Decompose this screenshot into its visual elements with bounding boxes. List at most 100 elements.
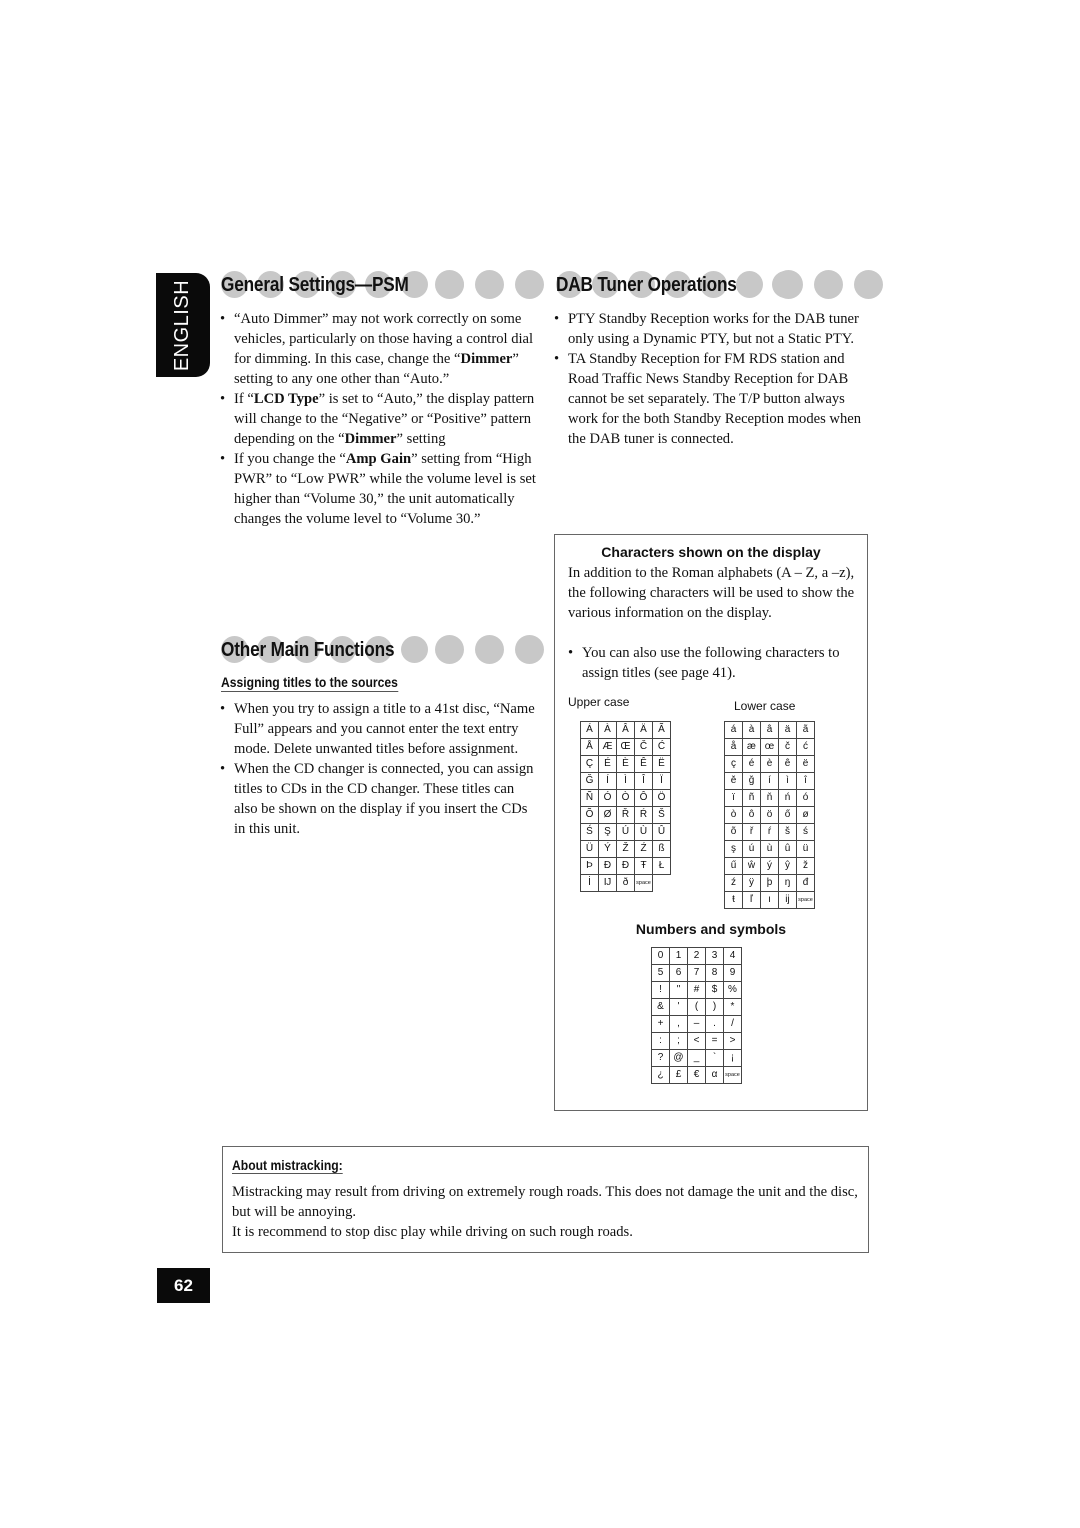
char-cell: Ú [616,823,635,841]
char-cell: Ŧ [634,857,653,875]
characters-box: Characters shown on the display In addit… [554,534,868,1111]
lower-case-label: Lower case [734,699,796,713]
char-cell: æ [742,738,761,756]
char-cell: ö [760,806,779,824]
char-cell: ž [796,857,815,875]
table-row: õřŕšś [724,823,815,841]
table-row: & '() * [651,998,742,1016]
dab-list: PTY Standby Reception works for the DAB … [554,309,868,449]
char-cell: ¡ [723,1049,742,1067]
char-cell: À [598,721,617,739]
table-row: áàâäã [724,721,815,739]
char-cell: _ [687,1049,706,1067]
characters-heading: Characters shown on the display [601,544,821,560]
char-cell: Â [616,721,635,739]
numbers-heading: Numbers and symbols [635,921,787,937]
char-cell: İ [580,874,599,892]
table-row: ? @ _ ` ¡ [651,1049,742,1067]
char-cell: ç [724,755,743,773]
char-cell: space [796,891,815,909]
char-cell: Ł [652,857,671,875]
table-row: ÇÉÈÊË [580,755,671,773]
char-cell: Æ [598,738,617,756]
char-cell: ś [796,823,815,841]
char-cell: œ [760,738,779,756]
char-cell: 2 [687,947,706,965]
char-cell: Õ [580,806,599,824]
other-functions-title: Other Main Functions [221,638,395,661]
char-cell: ń [778,789,797,807]
char-cell: Ë [652,755,671,773]
table-row: űŵýŷž [724,857,815,875]
char-cell: Ì [616,772,635,790]
char-cell: ş [724,840,743,858]
char-cell: ä [778,721,797,739]
char-cell: ( [687,998,706,1016]
char-cell [653,875,671,892]
dab-title: DAB Tuner Operations [556,273,737,296]
char-cell: Ä [634,721,653,739]
char-cell: õ [724,823,743,841]
char-cell: ý [760,857,779,875]
table-row: ŚŞÚÙÛ [580,823,671,841]
char-cell: " [669,981,688,999]
char-cell: î [796,772,815,790]
mistracking-heading: About mistracking: [232,1158,343,1174]
char-cell: # [687,981,706,999]
char-cell: đ [796,874,815,892]
char-cell: Ĳ [598,874,617,892]
char-cell: Š [652,806,671,824]
table-row: źÿþŋđ [724,874,815,892]
char-cell: È [616,755,635,773]
table-row: ÅÆŒČĆ [580,738,671,756]
char-cell: à [742,721,761,739]
char-cell: š [778,823,797,841]
char-cell: Ś [580,823,599,841]
char-cell: ÿ [742,874,761,892]
mistracking-box: About mistracking: Mistracking may resul… [222,1146,869,1253]
table-row: :; < = > [651,1032,742,1050]
char-cell: ó [796,789,815,807]
char-cell: . [705,1015,724,1033]
char-cell: Ñ [580,789,599,807]
char-cell: Á [580,721,599,739]
char-cell: Î [634,772,653,790]
char-cell: + [651,1015,670,1033]
char-cell: @ [669,1049,688,1067]
table-row: İ Ĳð space [580,874,671,892]
language-label: ENGLISH [171,279,194,371]
char-cell: 9 [723,964,742,982]
char-cell: Ź [634,840,653,858]
char-cell: ` [705,1049,724,1067]
char-cell: ë [796,755,815,773]
char-cell: Ã [652,721,671,739]
char-cell: ð [616,874,635,892]
char-cell: ŕ [760,823,779,841]
char-cell: ü [796,840,815,858]
char-cell: space [634,874,653,892]
char-cell: Ü [580,840,599,858]
char-cell: – [687,1015,706,1033]
mistracking-text: Mistracking may result from driving on e… [232,1182,862,1242]
char-cell: é [742,755,761,773]
char-cell: ï [724,789,743,807]
char-cell: ì [778,772,797,790]
char-cell: Ř [616,806,635,824]
upper-case-label: Upper case [568,695,630,709]
table-row: 01234 [651,947,742,965]
char-cell: Ğ [580,772,599,790]
table-row: ĞÍÌÎÏ [580,772,671,790]
char-cell: 4 [723,947,742,965]
other-functions-list: When you try to assign a title to a 41st… [220,699,536,839]
char-cell: 8 [705,964,724,982]
char-cell: Ô [634,789,653,807]
char-cell: ñ [742,789,761,807]
char-cell: ı [760,891,779,909]
table-row: ! " # $% [651,981,742,999]
char-cell: 6 [669,964,688,982]
char-cell: space [723,1066,742,1084]
char-cell: Ŕ [634,806,653,824]
list-item: PTY Standby Reception works for the DAB … [554,309,868,349]
char-cell: Ó [598,789,617,807]
list-item: If “LCD Type” is set to “Auto,” the disp… [220,389,536,449]
